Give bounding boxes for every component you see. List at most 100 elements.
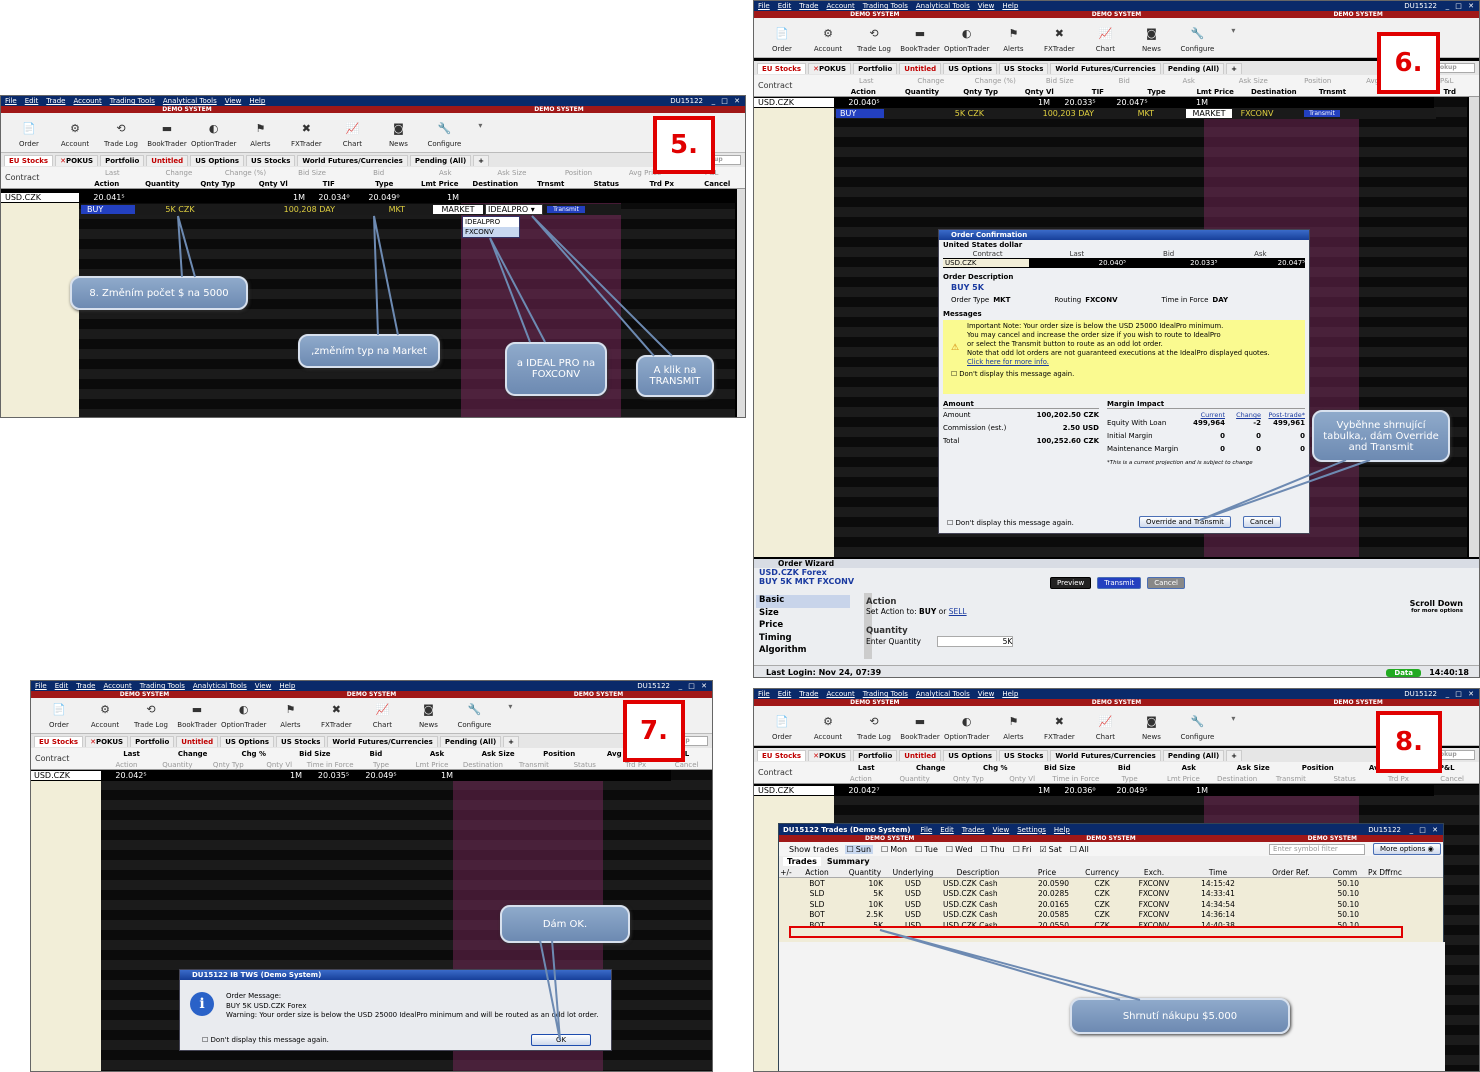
menu-edit[interactable]: Edit <box>55 682 69 690</box>
tab--[interactable]: + <box>473 154 490 166</box>
column-header-cell[interactable]: Time in Force <box>1049 775 1103 783</box>
column-header-cell[interactable]: Ask Size <box>468 750 529 758</box>
day-checkbox[interactable]: ☐ All <box>1070 845 1089 854</box>
column-header-cell[interactable]: Type <box>356 761 407 769</box>
tab-eu-stocks[interactable]: EU Stocks <box>757 749 807 761</box>
toolbar-optiontrader-button[interactable]: ◐ OptionTrader <box>944 25 989 54</box>
column-header-cell[interactable]: Destination <box>1210 775 1264 783</box>
tab-untitled[interactable]: Untitled <box>176 735 219 747</box>
toolbar-order-button[interactable]: 📄 Order <box>760 713 804 742</box>
column-header-cell[interactable]: Change <box>146 169 213 177</box>
column-header-cell[interactable]: Trnsmt <box>523 180 579 188</box>
column-header-cell[interactable]: Position <box>545 169 612 177</box>
column-header-cell[interactable]: Position <box>1286 77 1351 85</box>
column-header-cell[interactable]: Qnty Vl <box>254 761 305 769</box>
toolbar-alerts-button[interactable]: ⚑ Alerts <box>991 713 1035 742</box>
dropdown-option[interactable]: FXCONV <box>463 227 519 237</box>
toolbar-fxtrader-button[interactable]: ✖ FXTrader <box>314 701 358 730</box>
toolbar-configure-button[interactable]: 🔧 Configure <box>422 120 466 149</box>
window-controls[interactable]: _ □ ✕ <box>1446 2 1476 10</box>
column-header-cell[interactable]: Ask <box>412 169 479 177</box>
column-header-cell[interactable]: Cancel <box>690 180 746 188</box>
trade-row[interactable]: SLD 10K USD USD.CZK Cash 20.0165 CZK FXCONV 14:… <box>779 899 1443 910</box>
column-header-cell[interactable]: Status <box>559 761 610 769</box>
trades-column-header[interactable]: Time <box>1179 868 1257 877</box>
column-header-cell[interactable]: Last <box>834 764 899 772</box>
day-checkbox[interactable]: ☐ Thu <box>981 845 1005 854</box>
column-header-cell[interactable]: Action <box>79 180 135 188</box>
menu-view[interactable]: View <box>978 2 995 10</box>
toolbar-alerts-button[interactable]: ⚑ Alerts <box>991 25 1035 54</box>
column-header-cell[interactable]: TIF <box>301 180 357 188</box>
column-header-cell[interactable]: Trd Px <box>1372 775 1426 783</box>
toolbar-account-button[interactable]: ⚙ Account <box>806 25 850 54</box>
column-header-cell[interactable]: Ask <box>1157 77 1222 85</box>
window-controls[interactable]: _ □ ✕ <box>712 97 742 105</box>
toolbar-trade-log-button[interactable]: ⟲ Trade Log <box>129 701 173 730</box>
menu-trade[interactable]: Trade <box>799 690 818 698</box>
toolbar-chart-button[interactable]: 📈 Chart <box>1083 713 1127 742</box>
trades-menu-item[interactable]: Settings <box>1017 826 1046 834</box>
column-header-cell[interactable]: TIF <box>1069 88 1128 96</box>
toolbar-configure-button[interactable]: 🔧 Configure <box>1175 713 1219 742</box>
toolbar-optiontrader-button[interactable]: ◐ OptionTrader <box>191 120 236 149</box>
tab-world-futures-currencies[interactable]: World Futures/Currencies <box>1050 62 1161 74</box>
table-row[interactable]: USD.CZK 20.042⁷ 1M 20.036⁰ 20.049⁵ 1M <box>754 785 1434 796</box>
trade-row[interactable]: SLD 5K USD USD.CZK Cash 20.0285 CZK FXCONV 14:3… <box>779 889 1443 900</box>
toolbar-account-button[interactable]: ⚙ Account <box>806 713 850 742</box>
toolbar-alerts-button[interactable]: ⚑ Alerts <box>238 120 282 149</box>
transmit-button[interactable]: Transmit <box>1304 110 1340 117</box>
order-qty-value[interactable]: 100,203 DAY <box>984 109 1094 118</box>
toolbar-account-button[interactable]: ⚙ Account <box>53 120 97 149</box>
trades-column-header[interactable]: Quantity <box>841 868 889 877</box>
menu-analytical-tools[interactable]: Analytical Tools <box>916 690 970 698</box>
order-destination[interactable]: FXCONV <box>1232 109 1282 118</box>
column-header-cell[interactable]: Status <box>579 180 635 188</box>
trade-row[interactable]: BOT 10K USD USD.CZK Cash 20.0590 CZK FXCONV 14:… <box>779 878 1443 889</box>
menu-file[interactable]: File <box>758 2 770 10</box>
wizard-nav-item[interactable]: Size <box>756 608 850 621</box>
trades-menu-item[interactable]: Trades <box>962 826 985 834</box>
menu-analytical-tools[interactable]: Analytical Tools <box>916 2 970 10</box>
trades-tab[interactable]: Trades <box>783 857 821 866</box>
trades-column-header[interactable]: Comm <box>1325 868 1365 877</box>
preview-button[interactable]: Preview <box>1050 577 1092 589</box>
column-header-cell[interactable]: Destination <box>1244 88 1303 96</box>
tab--[interactable]: + <box>1226 62 1243 74</box>
column-header-cell[interactable]: Action <box>834 88 893 96</box>
tab-untitled[interactable]: Untitled <box>899 62 942 74</box>
tab-eu-stocks[interactable]: EU Stocks <box>4 154 54 166</box>
day-checkbox[interactable]: ☐ Tue <box>915 845 938 854</box>
menu-trading-tools[interactable]: Trading Tools <box>863 2 908 10</box>
trades-menu-item[interactable]: File <box>920 826 932 834</box>
tab-portfolio[interactable]: Portfolio <box>100 154 145 166</box>
trades-column-header[interactable]: Currency <box>1075 868 1129 877</box>
column-header-cell[interactable]: Qnty Typ <box>951 88 1010 96</box>
tab-pokus[interactable]: ✕POKUS <box>55 154 99 166</box>
menu-edit[interactable]: Edit <box>778 2 792 10</box>
order-action[interactable]: BUY <box>81 205 135 214</box>
table-row[interactable]: USD.CZK 20.040⁵ 1M 20.033⁵ 20.047⁵ 1M <box>754 97 1434 108</box>
destination-select[interactable]: IDEALPRO ▾ <box>485 204 543 215</box>
wizard-transmit-button[interactable]: Transmit <box>1097 577 1142 589</box>
tab-us-options[interactable]: US Options <box>190 154 245 166</box>
day-checkbox[interactable]: ☐ Mon <box>881 845 907 854</box>
column-header-cell[interactable]: Bid <box>345 169 412 177</box>
column-header-cell[interactable]: Bid Size <box>279 169 346 177</box>
column-header-cell[interactable]: Chg % <box>223 750 284 758</box>
tab-world-futures-currencies[interactable]: World Futures/Currencies <box>327 735 438 747</box>
tab-eu-stocks[interactable]: EU Stocks <box>757 62 807 74</box>
msg-checkbox[interactable]: ☐ Don't display this message again. <box>951 370 1303 379</box>
tab-eu-stocks[interactable]: EU Stocks <box>34 735 84 747</box>
order-type[interactable]: MKT <box>335 205 405 214</box>
wizard-nav-item[interactable]: Basic <box>756 595 850 608</box>
toolbar-trade-log-button[interactable]: ⟲ Trade Log <box>852 25 896 54</box>
column-header-cell[interactable]: Change <box>899 764 964 772</box>
toolbar-chart-button[interactable]: 📈 Chart <box>1083 25 1127 54</box>
table-row[interactable]: USD.CZK 20.042⁵ 1M 20.035⁵ 20.049⁵ 1M <box>31 770 671 781</box>
column-header-cell[interactable]: Cancel <box>1425 775 1479 783</box>
wizard-nav-item[interactable]: Algorithm <box>756 645 850 658</box>
menu-file[interactable]: File <box>5 97 17 105</box>
tab-pending-all-[interactable]: Pending (All) <box>409 154 472 166</box>
scroll-down-hint[interactable]: Scroll Down for more options <box>1410 599 1463 614</box>
